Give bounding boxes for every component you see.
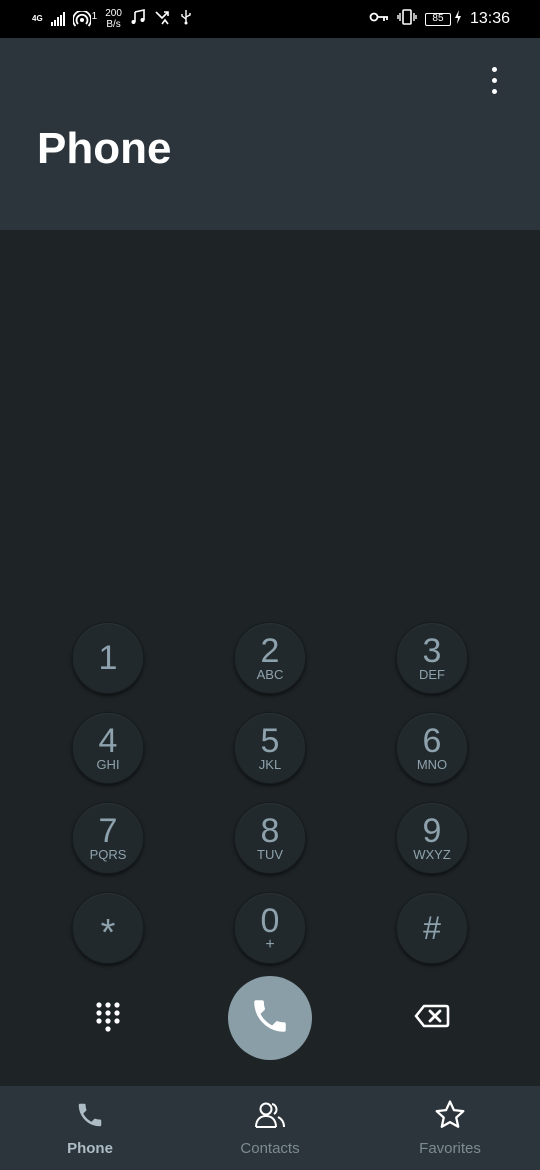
key-letters: JKL xyxy=(258,757,282,772)
sim-number: 1 xyxy=(91,11,98,22)
contacts-icon xyxy=(253,1098,287,1132)
key-letters: + xyxy=(265,936,275,953)
speed-unit: B/s xyxy=(106,19,121,30)
clock: 13:36 xyxy=(469,10,510,27)
battery-icon: 85 xyxy=(424,12,451,26)
key-digit: 5 xyxy=(260,722,280,760)
dial-key-9[interactable]: 9 WXYZ xyxy=(396,802,468,874)
phone-call-icon xyxy=(249,995,291,1042)
speed-value: 200 xyxy=(105,8,122,19)
dial-key-6[interactable]: 6 MNO xyxy=(396,712,468,784)
dial-key-3[interactable]: 3 DEF xyxy=(396,622,468,694)
key-letters: TUV xyxy=(257,847,283,862)
nav-label: Contacts xyxy=(240,1140,300,1157)
dial-key-5[interactable]: 5 JKL xyxy=(234,712,306,784)
battery-level: 85 xyxy=(432,13,444,24)
bottom-nav: Phone Contacts Favorites xyxy=(0,1086,540,1170)
more-vertical-icon[interactable] xyxy=(478,60,510,100)
app-header: Phone xyxy=(0,38,540,230)
dial-key-0[interactable]: 0 + xyxy=(234,892,306,964)
network-type: 4G xyxy=(32,14,43,23)
dialpad-grid-icon[interactable] xyxy=(90,999,126,1035)
key-digit: # xyxy=(423,910,441,946)
dial-key-2[interactable]: 2 ABC xyxy=(234,622,306,694)
key-digit: 7 xyxy=(98,812,118,850)
dial-key-star[interactable]: * xyxy=(72,892,144,964)
key-letters: GHI xyxy=(96,757,120,772)
key-digit: * xyxy=(100,912,116,954)
star-icon xyxy=(433,1098,467,1132)
page-title: Phone xyxy=(37,124,172,173)
usb-icon xyxy=(180,9,192,30)
dial-key-1[interactable]: 1 xyxy=(72,622,144,694)
music-icon xyxy=(130,8,146,30)
backspace-icon xyxy=(414,1004,450,1033)
key-digit: 2 xyxy=(260,632,280,670)
key-digit: 1 xyxy=(98,639,118,677)
status-bar-left: 4G 1 200 B/s xyxy=(32,8,192,30)
key-letters: PQRS xyxy=(89,847,127,862)
key-letters: WXYZ xyxy=(413,847,451,862)
key-icon xyxy=(369,10,389,28)
status-bar-right: 85 13:36 xyxy=(369,8,510,30)
charging-icon xyxy=(454,9,462,29)
dial-key-hash[interactable]: # xyxy=(396,892,468,964)
key-digit: 8 xyxy=(260,812,280,850)
signal-icon xyxy=(50,12,65,26)
dial-key-4[interactable]: 4 GHI xyxy=(72,712,144,784)
dial-key-8[interactable]: 8 TUV xyxy=(234,802,306,874)
key-letters: ABC xyxy=(256,667,284,682)
hotspot-icon: 1 xyxy=(72,11,98,27)
dial-key-7[interactable]: 7 PQRS xyxy=(72,802,144,874)
status-bar: 4G 1 200 B/s 85 13:36 xyxy=(0,0,540,38)
nav-item-favorites[interactable]: Favorites xyxy=(360,1086,540,1170)
key-digit: 4 xyxy=(98,722,118,760)
key-digit: 9 xyxy=(422,812,442,850)
key-digit: 3 xyxy=(422,632,442,670)
missed-call-icon xyxy=(154,9,172,30)
nav-label: Favorites xyxy=(419,1140,481,1157)
key-digit: 6 xyxy=(422,722,442,760)
key-letters: MNO xyxy=(416,757,448,772)
nav-label: Phone xyxy=(67,1140,113,1157)
vibrate-icon xyxy=(397,8,417,30)
phone-icon xyxy=(73,1098,107,1132)
nav-item-contacts[interactable]: Contacts xyxy=(180,1086,360,1170)
nav-item-phone[interactable]: Phone xyxy=(0,1086,180,1170)
key-letters: DEF xyxy=(419,667,445,682)
backspace-button[interactable] xyxy=(410,1002,454,1034)
network-speed: 200 B/s xyxy=(105,8,122,30)
call-button[interactable] xyxy=(228,976,312,1060)
key-digit: 0 xyxy=(260,902,280,940)
